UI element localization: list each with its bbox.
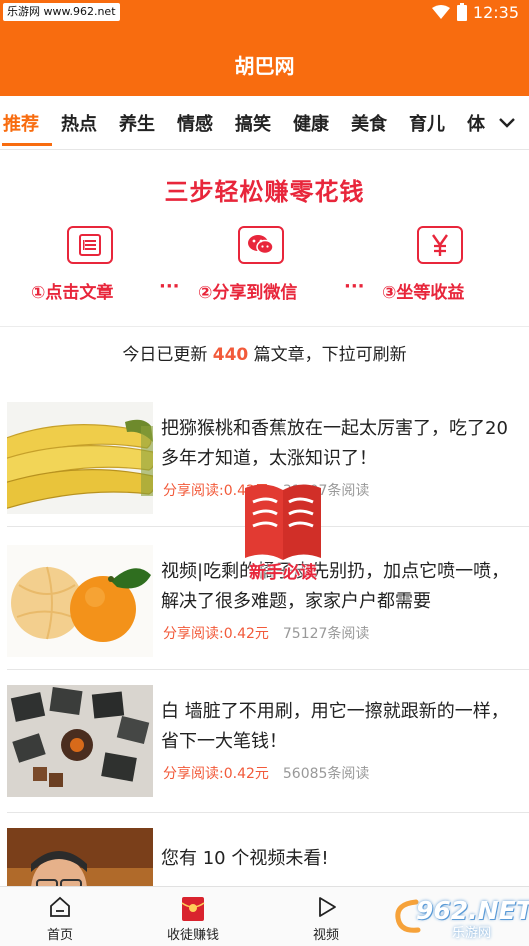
active-tab-indicator — [2, 143, 52, 146]
tab-sports[interactable]: 体 — [467, 110, 485, 136]
book-icon — [245, 484, 321, 560]
article-item[interactable]: 白 墙脏了不用刷，用它一擦就跟新的一样，省下一大笔钱！ 分享阅读:0.42元 56… — [0, 685, 529, 813]
watermark-subtext: 乐游网 — [452, 926, 492, 941]
newbie-guide-label: 新手必读 — [249, 563, 317, 583]
article-earn: 分享阅读:0.42元 — [163, 766, 269, 782]
tab-health-care[interactable]: 养生 — [119, 110, 155, 136]
home-icon — [50, 896, 70, 917]
article-earn: 分享阅读:0.42元 — [163, 626, 269, 642]
article-thumbnail-man — [7, 828, 153, 886]
site-watermark-logo: 962.NET 乐游网 — [392, 892, 529, 942]
banner-title: 三步轻松赚零花钱 — [164, 178, 365, 206]
update-suffix: 篇文章，下拉可刷新 — [248, 345, 407, 365]
tab-parenting[interactable]: 育儿 — [409, 110, 445, 136]
status-bar: 乐游网 www.962.net 12:35 — [0, 0, 529, 24]
wifi-icon — [431, 5, 450, 19]
article-thumbnail-bananas — [7, 402, 153, 514]
red-envelope-icon — [181, 897, 205, 921]
tab-health[interactable]: 健康 — [293, 110, 329, 136]
status-indicators: 12:35 — [431, 2, 519, 22]
article-reads: 75127条阅读 — [282, 626, 370, 642]
tab-recommend[interactable]: 推荐 — [3, 110, 39, 136]
video-notice-item[interactable]: 您有 10 个视频未看! — [0, 828, 529, 886]
page-title: 胡巴网 — [234, 54, 295, 78]
update-prefix: 今日已更新 — [122, 345, 213, 365]
status-time: 12:35 — [472, 2, 519, 22]
article-title: 视频|吃剩的橘子皮先别扔，加点它喷一喷，解决了很多难题，家家户户都需要 — [161, 561, 510, 612]
article-reads: 56085条阅读 — [282, 766, 370, 782]
nav-earn-label: 收徒赚钱 — [166, 928, 219, 943]
chevron-down-icon — [499, 117, 515, 128]
step-separator: ··· — [159, 276, 180, 297]
update-notice: 今日已更新 440 篇文章，下拉可刷新 — [0, 328, 529, 382]
tab-funny[interactable]: 搞笑 — [235, 110, 271, 136]
article-meta: 分享阅读:0.42元 75127条阅读 — [163, 623, 369, 643]
article-icon — [67, 226, 113, 264]
divider — [7, 812, 529, 813]
nav-video[interactable]: 视频 — [266, 887, 386, 946]
nav-home[interactable]: 首页 — [0, 887, 120, 946]
nav-earn-by-invite[interactable]: 收徒赚钱 — [133, 887, 253, 946]
wechat-icon — [238, 226, 284, 264]
article-thumbnail-photos — [7, 685, 153, 797]
category-tab-bar: 推荐 热点 养生 情感 搞笑 健康 美食 育儿 体 — [0, 96, 529, 150]
nav-home-label: 首页 — [46, 928, 73, 943]
divider — [7, 669, 529, 670]
earn-guide-banner[interactable]: 三步轻松赚零花钱 ①点击文章 ··· ②分享到微信 ··· ③坐等收益 — [0, 152, 529, 327]
tab-hot[interactable]: 热点 — [61, 110, 97, 136]
battery-icon — [456, 3, 467, 21]
video-notice-title: 您有 10 个视频未看! — [161, 848, 329, 869]
step-separator: ··· — [344, 276, 365, 297]
article-title: 把猕猴桃和香蕉放在一起太厉害了，吃了20多年才知道，太涨知识了！ — [161, 418, 508, 469]
status-watermark: 乐游网 www.962.net — [3, 3, 120, 21]
article-thumbnail-oranges — [7, 545, 153, 657]
article-meta: 分享阅读:0.42元 56085条阅读 — [163, 763, 369, 783]
tabs-more-button[interactable] — [485, 96, 529, 149]
tab-food[interactable]: 美食 — [351, 110, 387, 136]
newbie-guide-badge[interactable]: 新手必读 — [237, 478, 329, 586]
nav-video-label: 视频 — [312, 928, 339, 943]
yen-icon — [417, 226, 463, 264]
watermark-text: 962.NET — [416, 896, 529, 925]
step-3-label: ③坐等收益 — [382, 283, 465, 303]
tab-emotion[interactable]: 情感 — [177, 110, 213, 136]
step-2-label: ②分享到微信 — [198, 283, 298, 303]
article-title: 白 墙脏了不用刷，用它一擦就跟新的一样，省下一大笔钱！ — [161, 701, 509, 752]
app-header: 胡巴网 — [0, 24, 529, 96]
step-1-label: ①点击文章 — [31, 283, 114, 303]
update-count: 440 — [212, 345, 249, 365]
play-icon — [319, 897, 336, 917]
